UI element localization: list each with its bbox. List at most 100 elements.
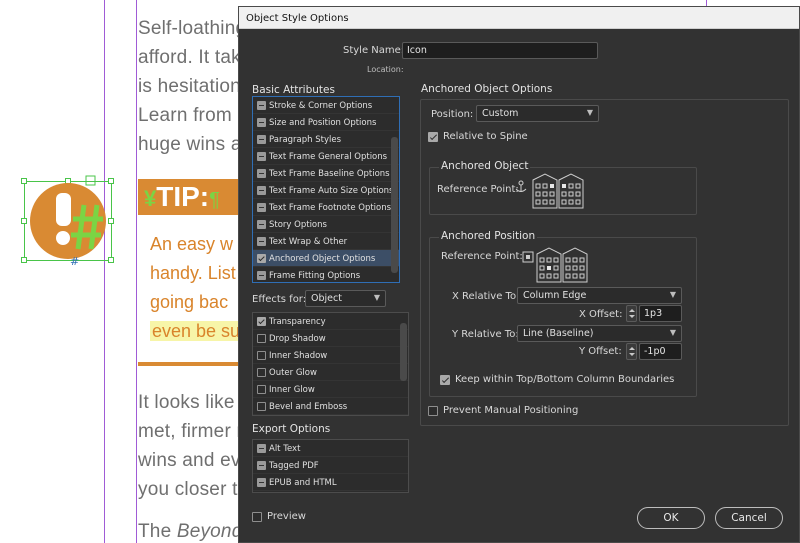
list-item-label: Tagged PDF <box>269 461 319 471</box>
checkbox-ignore-icon[interactable] <box>257 101 266 110</box>
ok-button[interactable]: OK <box>637 507 705 529</box>
checkbox-empty-icon[interactable] <box>257 351 266 360</box>
pilcrow-marker: ¶ <box>209 189 220 211</box>
tip-line-3: going bac <box>150 292 229 312</box>
reference-point-label-2: Reference Point: <box>441 251 523 262</box>
list-item[interactable]: Story Options <box>253 216 399 233</box>
list-item[interactable]: Transparency <box>253 313 408 330</box>
body-line-6: It looks like <box>138 392 235 413</box>
y-relative-to-select[interactable]: Line (Baseline) ▼ <box>517 325 682 342</box>
position-label: Position: <box>431 109 474 120</box>
body-line-7: met, firmer r <box>138 421 243 442</box>
checkbox-ignore-icon[interactable] <box>257 271 266 280</box>
tip-line-1: An easy w <box>150 234 234 254</box>
list-item[interactable]: Paragraph Styles <box>253 131 399 148</box>
checkbox-ignore-icon[interactable] <box>257 461 266 470</box>
y-offset-stepper[interactable] <box>626 343 637 360</box>
list-item-label: Drop Shadow <box>269 334 326 344</box>
checkbox-empty-icon[interactable] <box>257 402 266 411</box>
checkbox-empty-icon[interactable] <box>257 334 266 343</box>
checkbox-ignore-icon[interactable] <box>257 169 266 178</box>
checkbox-ignore-icon[interactable] <box>257 478 266 487</box>
list-item[interactable]: Bevel and Emboss <box>253 398 408 415</box>
x-relative-to-select[interactable]: Column Edge ▼ <box>517 287 682 304</box>
checkbox-ignore-icon[interactable] <box>257 186 266 195</box>
list-item-label: Text Frame Auto Size Options <box>269 186 394 196</box>
checkbox-ignore-icon[interactable] <box>257 118 266 127</box>
checkbox-ignore-icon[interactable] <box>257 152 266 161</box>
list-item[interactable]: Outer Glow <box>253 364 408 381</box>
list-item[interactable]: Stroke & Corner Options <box>253 97 399 114</box>
list-item[interactable]: Text Frame Baseline Options <box>253 165 399 182</box>
effects-for-label: Effects for: <box>252 294 307 305</box>
anchored-position-proxy[interactable] <box>535 246 591 284</box>
list-item[interactable]: Drop Shadow <box>253 330 408 347</box>
list-item[interactable]: EPUB and HTML <box>253 474 408 491</box>
x-offset-label: X Offset: <box>579 309 623 320</box>
tip-line-2: handy. List <box>150 263 236 283</box>
basic-attributes-scrollbar[interactable] <box>391 137 398 273</box>
x-offset-input[interactable] <box>639 305 682 322</box>
list-item[interactable]: Frame Fitting Options <box>253 267 399 282</box>
checkbox-checked-icon[interactable] <box>257 317 266 326</box>
column-guide-left <box>136 0 137 543</box>
relative-to-spine-checkbox[interactable] <box>428 132 438 142</box>
body-line-2: afford. It tak <box>138 47 241 68</box>
prevent-manual-positioning-label: Prevent Manual Positioning <box>443 405 579 416</box>
list-item[interactable]: Inner Glow <box>253 381 408 398</box>
list-item-label: Frame Fitting Options <box>269 271 361 281</box>
checkbox-empty-icon[interactable] <box>257 385 266 394</box>
checkbox-ignore-icon[interactable] <box>257 220 266 229</box>
list-item[interactable]: Tagged PDF <box>253 457 408 474</box>
list-item[interactable]: Text Frame General Options <box>253 148 399 165</box>
reference-point-proxy[interactable] <box>531 172 587 210</box>
effects-list: Transparency Drop Shadow Inner Shadow Outer… <box>252 312 409 416</box>
preview-label: Preview <box>267 511 306 522</box>
preview-checkbox[interactable] <box>252 512 262 522</box>
x-offset-stepper[interactable] <box>626 305 637 322</box>
position-select[interactable]: Custom ▼ <box>476 105 599 122</box>
list-item[interactable]: Anchored Object Options <box>253 250 399 267</box>
checkbox-checked-icon[interactable] <box>257 254 266 263</box>
export-options-title: Export Options <box>252 423 331 435</box>
list-item-label: Text Frame Baseline Options <box>269 169 390 179</box>
list-item[interactable]: Text Wrap & Other <box>253 233 399 250</box>
export-options-list: Alt Text Tagged PDF EPUB and HTML <box>252 439 409 493</box>
anchor-icon <box>515 180 527 192</box>
list-item-label: Anchored Object Options <box>269 254 376 264</box>
list-item-label: Paragraph Styles <box>269 135 342 145</box>
style-name-input[interactable] <box>402 42 598 59</box>
list-item-label: Text Wrap & Other <box>269 237 348 247</box>
anchored-object-options-title: Anchored Object Options <box>421 83 553 95</box>
list-item[interactable]: Alt Text <box>253 440 408 457</box>
prevent-manual-positioning-checkbox[interactable] <box>428 406 438 416</box>
keep-within-boundaries-checkbox[interactable] <box>440 375 450 385</box>
list-item-label: Alt Text <box>269 444 301 454</box>
anchor-marker: ¥ <box>144 186 157 211</box>
y-offset-input[interactable] <box>639 343 682 360</box>
checkbox-empty-icon[interactable] <box>257 368 266 377</box>
body-line-4: Learn from <box>138 105 232 126</box>
list-item-label: Stroke & Corner Options <box>269 101 373 111</box>
relative-to-spine-label: Relative to Spine <box>443 131 528 142</box>
tip-label: TIP: <box>156 181 210 212</box>
checkbox-ignore-icon[interactable] <box>257 135 266 144</box>
y-offset-label: Y Offset: <box>579 346 622 357</box>
checkbox-ignore-icon[interactable] <box>257 203 266 212</box>
cancel-button[interactable]: Cancel <box>715 507 783 529</box>
tip-heading: ¥TIP:¶ <box>144 181 220 213</box>
list-item[interactable]: Size and Position Options <box>253 114 399 131</box>
x-relative-to-label: X Relative To: <box>452 291 520 302</box>
checkbox-ignore-icon[interactable] <box>257 237 266 246</box>
reference-point-label: Reference Point: <box>437 184 519 195</box>
effects-scrollbar[interactable] <box>400 323 407 381</box>
list-item[interactable]: Text Frame Footnote Options <box>253 199 399 216</box>
list-item-label: Text Frame Footnote Options <box>269 203 392 213</box>
tip-rule <box>138 362 240 366</box>
exclamation-icon: # <box>30 175 106 268</box>
checkbox-ignore-icon[interactable] <box>257 444 266 453</box>
effects-for-select[interactable]: Object ▼ <box>305 290 386 307</box>
anchored-position-title: Anchored Position <box>439 230 538 242</box>
list-item[interactable]: Text Frame Auto Size Options <box>253 182 399 199</box>
list-item[interactable]: Inner Shadow <box>253 347 408 364</box>
